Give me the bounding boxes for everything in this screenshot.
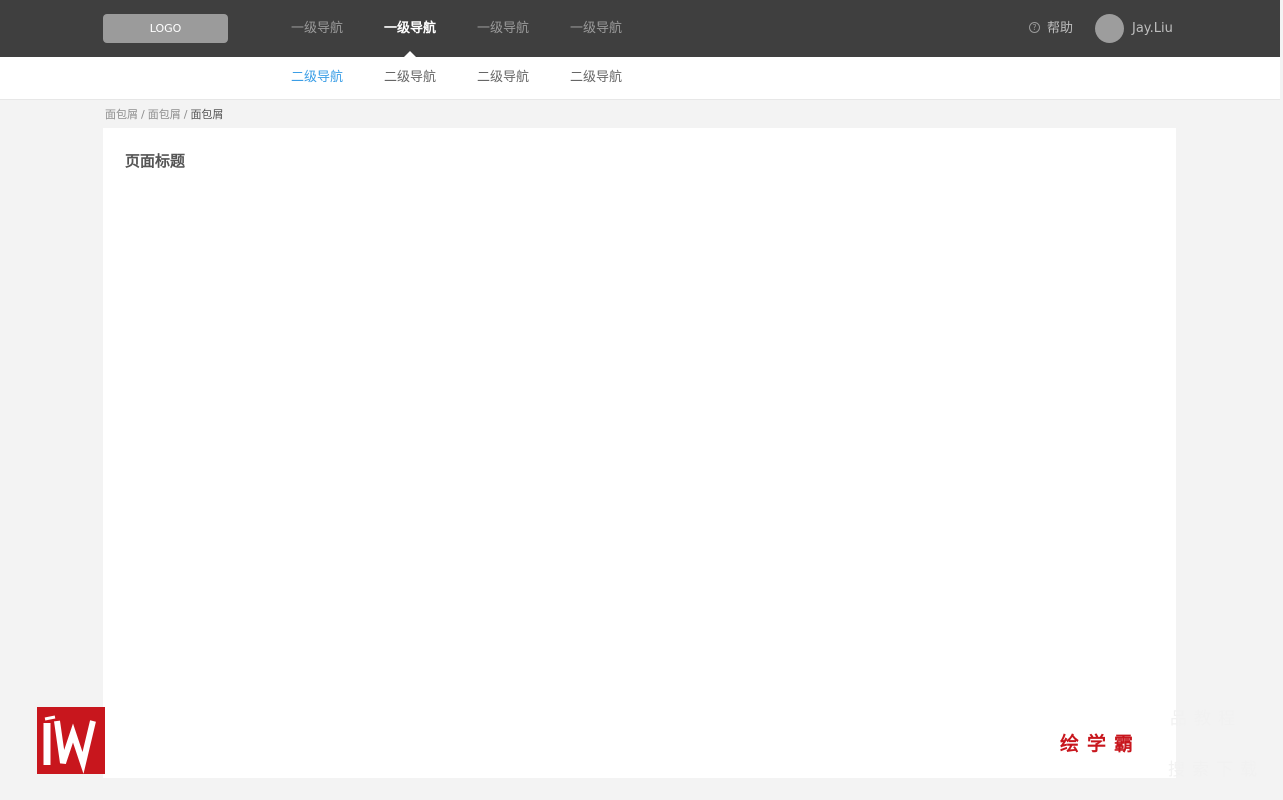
watermark-faded-text: 品教程 — [1170, 709, 1242, 729]
username[interactable]: Jay.Liu — [1132, 0, 1173, 57]
question-circle-icon: ? — [1029, 22, 1040, 33]
watermark-faded-text: 搜索下载 — [1168, 760, 1264, 780]
breadcrumb-separator: / — [141, 108, 145, 121]
primary-nav-item-4[interactable]: 一级导航 — [570, 0, 622, 57]
avatar[interactable] — [1095, 14, 1124, 43]
primary-nav-item-2[interactable]: 一级导航 — [384, 0, 436, 57]
breadcrumb-separator: / — [183, 108, 188, 121]
secondary-nav-item-3[interactable]: 二级导航 — [477, 57, 529, 99]
breadcrumb: 面包屑 / 面包屑 / 面包屑 — [105, 106, 223, 122]
primary-nav-item-label: 一级导航 — [384, 21, 437, 36]
content-panel: 页面标题 — [103, 128, 1176, 778]
secondary-navbar: 二级导航 二级导航 二级导航 二级导航 — [0, 57, 1280, 100]
primary-nav-item-3[interactable]: 一级导航 — [477, 0, 529, 57]
secondary-nav-item-2[interactable]: 二级导航 — [384, 57, 436, 99]
watermark-brand: 绘学霸 — [1060, 733, 1142, 755]
primary-nav-item-1[interactable]: 一级导航 — [291, 0, 343, 57]
help-label: 帮助 — [1047, 21, 1074, 36]
logo[interactable]: LOGO — [103, 14, 228, 43]
watermark-logo — [37, 707, 105, 774]
secondary-nav-item-1[interactable]: 二级导航 — [291, 57, 343, 99]
breadcrumb-current: 面包屑 — [190, 108, 224, 121]
page-title: 页面标题 — [125, 152, 186, 170]
secondary-nav-item-4[interactable]: 二级导航 — [570, 57, 622, 99]
breadcrumb-item[interactable]: 面包屑 — [105, 108, 138, 121]
help-link[interactable]: ? 帮助 — [1029, 0, 1073, 57]
breadcrumb-item[interactable]: 面包屑 — [148, 108, 181, 121]
iw-logo-icon — [37, 707, 105, 774]
top-navbar: LOGO 一级导航 一级导航 一级导航 一级导航 ? 帮助 Jay.Liu — [0, 0, 1280, 57]
